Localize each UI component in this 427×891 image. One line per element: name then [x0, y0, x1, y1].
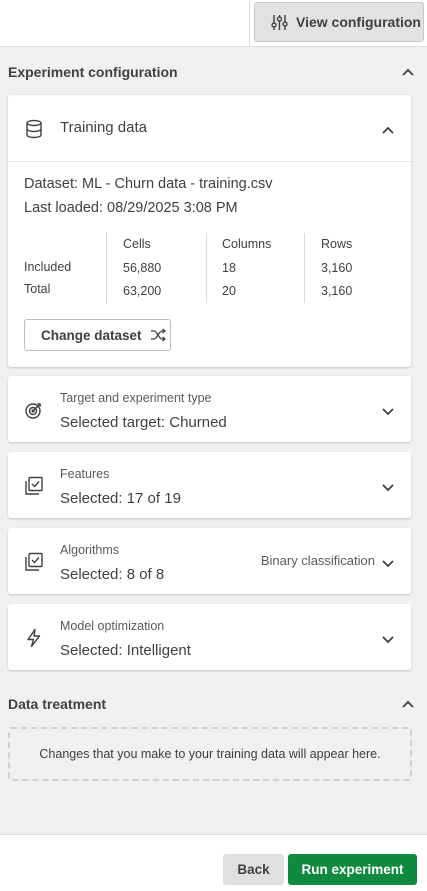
features-selected-value: Selected: 17 of 19: [60, 490, 181, 507]
data-treatment-placeholder: Changes that you make to your training d…: [8, 727, 412, 781]
algorithms-label: Algorithms: [60, 543, 120, 557]
target-experiment-type-section[interactable]: Target and experiment type Selected targ…: [8, 376, 411, 442]
stats-total-cells: 63,200: [123, 284, 162, 298]
footer-bar: Back Run experiment: [0, 834, 427, 891]
training-data-header[interactable]: Training data: [8, 95, 411, 162]
stats-header-columns: Columns: [222, 237, 272, 251]
sliders-icon: [271, 14, 288, 31]
data-treatment-header[interactable]: Data treatment: [8, 692, 415, 716]
chevron-down-icon: [381, 405, 395, 419]
stats-row-label-total: Total: [24, 282, 51, 296]
model-optimization-label: Model optimization: [60, 619, 165, 633]
stats-header-rows: Rows: [321, 237, 353, 251]
run-experiment-label: Run experiment: [301, 862, 404, 877]
stats-divider: [206, 233, 207, 303]
training-data-title: Training data: [60, 119, 147, 136]
algorithms-selected-value: Selected: 8 of 8: [60, 566, 165, 583]
top-toolbar: View configuration: [0, 0, 427, 47]
toolbar-divider: [249, 0, 250, 46]
shuffle-icon: [150, 328, 166, 342]
algorithms-section[interactable]: Algorithms Selected: 8 of 8 Binary class…: [8, 528, 411, 594]
features-label: Features: [60, 467, 110, 481]
data-treatment-placeholder-text: Changes that you make to your training d…: [39, 747, 381, 761]
stats-included-cells: 56,880: [123, 261, 162, 275]
stats-header-cells: Cells: [123, 237, 151, 251]
lightning-icon: [24, 628, 44, 648]
stats-included-columns: 18: [222, 261, 236, 275]
stats-total-rows: 3,160: [321, 284, 353, 298]
model-optimization-value: Selected: Intelligent: [60, 642, 191, 659]
stats-total-columns: 20: [222, 284, 236, 298]
experiment-configuration-title: Experiment configuration: [8, 64, 178, 80]
chevron-down-icon: [381, 633, 395, 647]
chevron-up-icon: [381, 123, 395, 137]
last-loaded: Last loaded: 08/29/2025 3:08 PM: [24, 200, 238, 216]
dataset-name: Dataset: ML - Churn data - training.csv: [24, 176, 273, 192]
chevron-down-icon: [381, 557, 395, 571]
database-icon: [24, 119, 44, 139]
checklist-icon: [24, 552, 44, 572]
checklist-icon: [24, 476, 44, 496]
change-dataset-label: Change dataset: [41, 327, 142, 343]
chevron-up-icon: [401, 697, 415, 711]
view-configuration-label: View configuration: [296, 14, 421, 30]
experiment-type-badge: Binary classification: [260, 553, 375, 568]
target-icon: [24, 400, 44, 420]
stats-divider: [106, 233, 107, 303]
change-dataset-button[interactable]: Change dataset: [24, 319, 171, 351]
target-experiment-type-label: Target and experiment type: [60, 391, 212, 405]
back-button[interactable]: Back: [223, 854, 284, 885]
view-configuration-button[interactable]: View configuration: [254, 2, 424, 42]
model-optimization-section[interactable]: Model optimization Selected: Intelligent: [8, 604, 411, 670]
selected-target-value: Selected target: Churned: [60, 414, 227, 431]
experiment-configuration-header[interactable]: Experiment configuration: [8, 60, 415, 84]
features-section[interactable]: Features Selected: 17 of 19: [8, 452, 411, 518]
stats-included-rows: 3,160: [321, 261, 353, 275]
data-treatment-title: Data treatment: [8, 696, 107, 712]
stats-row-label-included: Included: [24, 260, 72, 274]
stats-divider: [304, 233, 305, 303]
chevron-up-icon: [401, 65, 415, 79]
back-label: Back: [237, 862, 270, 877]
chevron-down-icon: [381, 481, 395, 495]
run-experiment-button[interactable]: Run experiment: [288, 854, 417, 885]
training-data-card: Training data Dataset: ML - Churn data -…: [8, 95, 411, 367]
